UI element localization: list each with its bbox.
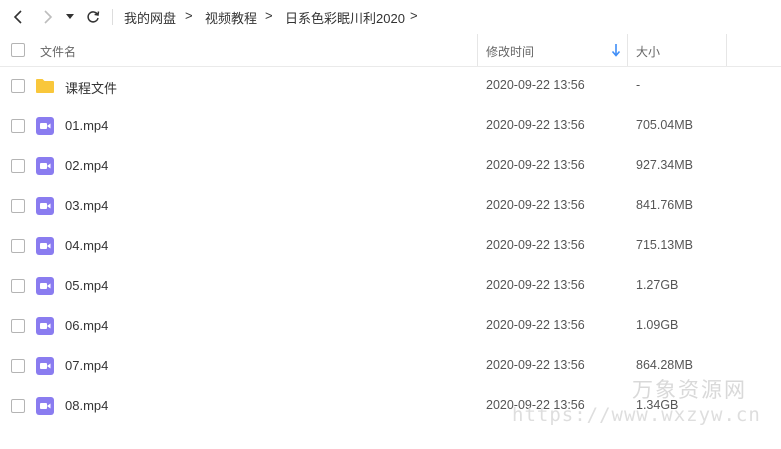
file-modified-date: 2020-09-22 13:56 <box>486 158 585 172</box>
row-checkbox[interactable] <box>11 279 25 293</box>
forward-button[interactable] <box>38 7 58 27</box>
file-size: 864.28MB <box>636 358 693 372</box>
file-name[interactable]: 05.mp4 <box>65 278 108 293</box>
video-file-icon <box>36 397 54 415</box>
video-file-icon <box>36 357 54 375</box>
column-divider[interactable] <box>627 34 628 66</box>
row-checkbox[interactable] <box>11 359 25 373</box>
row-checkbox[interactable] <box>11 79 25 93</box>
row-checkbox[interactable] <box>11 399 25 413</box>
breadcrumb-item-current-folder[interactable]: 日系色彩眠川利2020 <box>285 8 405 27</box>
column-divider[interactable] <box>726 34 727 66</box>
breadcrumb-item-root[interactable]: 我的网盘 <box>124 8 176 27</box>
breadcrumb-separator: > <box>185 8 193 23</box>
history-dropdown-button[interactable] <box>63 7 77 27</box>
file-modified-date: 2020-09-22 13:56 <box>486 358 585 372</box>
file-modified-date: 2020-09-22 13:56 <box>486 318 585 332</box>
forward-arrow-icon <box>44 10 53 24</box>
folder-row[interactable]: 课程文件 2020-09-22 13:56 - <box>0 66 781 106</box>
column-header-size[interactable]: 大小 <box>636 43 660 60</box>
video-file-icon <box>36 277 54 295</box>
file-modified-date: 2020-09-22 13:56 <box>486 78 585 92</box>
file-size: 1.27GB <box>636 278 679 292</box>
file-row[interactable]: 04.mp4 2020-09-22 13:56 715.13MB <box>0 226 781 266</box>
file-name[interactable]: 04.mp4 <box>65 238 108 253</box>
file-modified-date: 2020-09-22 13:56 <box>486 278 585 292</box>
nav-divider <box>112 9 113 25</box>
refresh-icon <box>87 11 100 23</box>
row-checkbox[interactable] <box>11 159 25 173</box>
file-name[interactable]: 07.mp4 <box>65 358 108 373</box>
file-row[interactable]: 02.mp4 2020-09-22 13:56 927.34MB <box>0 146 781 186</box>
video-file-icon <box>36 117 54 135</box>
file-name[interactable]: 06.mp4 <box>65 318 108 333</box>
file-list-header <box>0 34 781 67</box>
breadcrumb-separator: > <box>265 8 273 23</box>
file-modified-date: 2020-09-22 13:56 <box>486 118 585 132</box>
file-name[interactable]: 课程文件 <box>65 78 117 97</box>
breadcrumb-item-video-tutorials[interactable]: 视频教程 <box>205 8 257 27</box>
file-modified-date: 2020-09-22 13:56 <box>486 238 585 252</box>
file-size: 841.76MB <box>636 198 693 212</box>
video-file-icon <box>36 157 54 175</box>
row-checkbox[interactable] <box>11 239 25 253</box>
column-divider[interactable] <box>477 34 478 66</box>
file-name[interactable]: 02.mp4 <box>65 158 108 173</box>
video-file-icon <box>36 317 54 335</box>
column-header-modified[interactable]: 修改时间 <box>486 43 534 60</box>
file-size: - <box>636 78 641 92</box>
file-size: 715.13MB <box>636 238 693 252</box>
breadcrumb-separator: > <box>410 8 418 23</box>
file-name[interactable]: 01.mp4 <box>65 118 108 133</box>
back-arrow-icon <box>13 10 22 24</box>
row-checkbox[interactable] <box>11 119 25 133</box>
video-file-icon <box>36 237 54 255</box>
row-checkbox[interactable] <box>11 319 25 333</box>
sort-down-arrow-icon[interactable] <box>610 43 622 57</box>
file-row[interactable]: 06.mp4 2020-09-22 13:56 1.09GB <box>0 306 781 346</box>
watermark-url: https://www.wxzyw.cn <box>512 404 761 426</box>
file-modified-date: 2020-09-22 13:56 <box>486 198 585 212</box>
video-file-icon <box>36 197 54 215</box>
file-size: 1.09GB <box>636 318 679 332</box>
file-size: 927.34MB <box>636 158 693 172</box>
file-row[interactable]: 03.mp4 2020-09-22 13:56 841.76MB <box>0 186 781 226</box>
file-row[interactable]: 01.mp4 2020-09-22 13:56 705.04MB <box>0 106 781 146</box>
file-name[interactable]: 08.mp4 <box>65 398 108 413</box>
row-checkbox[interactable] <box>11 199 25 213</box>
file-name[interactable]: 03.mp4 <box>65 198 108 213</box>
refresh-button[interactable] <box>83 7 103 27</box>
select-all-checkbox[interactable] <box>11 43 25 57</box>
watermark-title: 万象资源网 <box>632 378 747 402</box>
file-size: 705.04MB <box>636 118 693 132</box>
folder-icon <box>36 79 54 93</box>
file-row[interactable]: 05.mp4 2020-09-22 13:56 1.27GB <box>0 266 781 306</box>
column-header-name[interactable]: 文件名 <box>40 43 76 60</box>
dropdown-caret-icon <box>66 14 74 19</box>
back-button[interactable] <box>8 7 28 27</box>
navigation-bar: 我的网盘 > 视频教程 > 日系色彩眠川利2020 > <box>0 0 781 34</box>
